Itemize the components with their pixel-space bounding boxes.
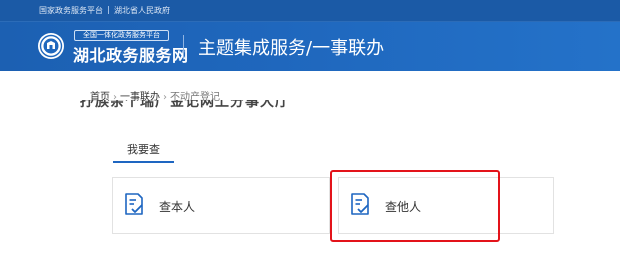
- form-check-icon: [125, 193, 143, 215]
- form-check-icon: [351, 193, 369, 215]
- header-divider: [183, 35, 184, 59]
- page-title: 主题集成服务/一事联办: [198, 38, 385, 59]
- query-others-card[interactable]: 查他人: [338, 177, 554, 234]
- query-self-label: 查本人: [159, 200, 196, 214]
- tab-active-underline: [113, 161, 174, 163]
- section-heading: 抒族亲个瑞广金记网上分事大厅: [80, 100, 380, 108]
- emblem-logo-icon[interactable]: [37, 32, 65, 60]
- top-utility-bar: 国家政务服务平台 湖北省人民政府: [0, 0, 620, 22]
- query-others-label: 查他人: [385, 200, 422, 214]
- link-national-platform[interactable]: 国家政务服务平台: [39, 6, 103, 15]
- platform-tag: 全国一体化政务服务平台: [74, 30, 169, 41]
- top-links: 国家政务服务平台 湖北省人民政府: [39, 5, 170, 16]
- tab-query[interactable]: 我要查: [113, 138, 174, 163]
- link-separator: [108, 6, 109, 14]
- site-header: 全国一体化政务服务平台 湖北政务服务网 主题集成服务/一事联办: [0, 22, 620, 71]
- query-self-card[interactable]: 查本人: [112, 177, 330, 234]
- section-heading-text: 抒族亲个瑞广金记网上分事大厅: [80, 100, 290, 108]
- site-name[interactable]: 湖北政务服务网: [73, 42, 189, 66]
- link-hubei-government[interactable]: 湖北省人民政府: [114, 6, 170, 15]
- tab-query-label: 我要查: [127, 143, 160, 156]
